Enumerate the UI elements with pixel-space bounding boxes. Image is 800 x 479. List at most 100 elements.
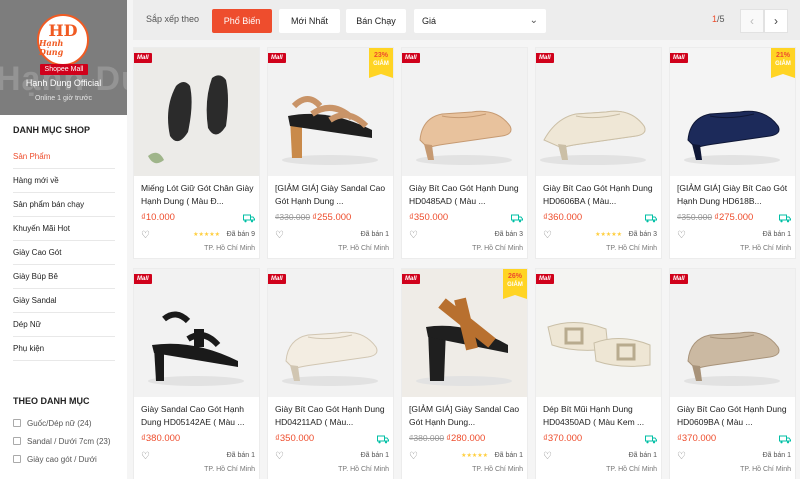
price-sort-select[interactable]: Giá ⌄	[414, 9, 546, 33]
current-price: ₫275.000	[714, 212, 754, 223]
meta-row: ♡ Đã bán 1	[275, 230, 389, 242]
sidebar-category-item[interactable]: Khuyến Mãi Hot	[13, 217, 115, 241]
product-name[interactable]: [GIẢM GIÁ] Giày Sandal Cao Gót Hạnh Dung…	[275, 182, 389, 208]
product-name[interactable]: Giày Bít Cao Gót Hạnh Dung HD0606BA ( Mà…	[543, 182, 657, 208]
product-image[interactable]	[536, 48, 661, 176]
sold-count: Đã bán 1	[226, 452, 255, 459]
free-shipping-truck-icon	[645, 435, 657, 444]
product-image[interactable]	[402, 48, 527, 176]
product-card[interactable]: Mall 23% GIẢM [GIẢM GIÁ] Giày Sandal Cao Gó…	[267, 47, 394, 259]
heart-icon[interactable]: ♡	[275, 230, 284, 241]
sort-bestseller-button[interactable]: Bán Chạy	[346, 9, 406, 33]
rating-stars-icon: ★★★★★	[595, 232, 622, 238]
sidebar-category-item[interactable]: Dép Nữ	[13, 313, 115, 337]
shopee-mall-badge: Shopee Mall	[40, 64, 88, 75]
sidebar-category-item[interactable]: Phụ kiện	[13, 337, 115, 361]
sort-popular-button[interactable]: Phổ Biến	[212, 9, 272, 33]
sidebar-category-item[interactable]: Sản Phẩm	[13, 145, 115, 169]
product-image[interactable]	[134, 48, 259, 176]
meta-row: ♡ Đã bán 1	[677, 230, 791, 242]
product-name[interactable]: Dép Bít Mũi Hạnh Dung HD04350AD ( Màu Ke…	[543, 403, 657, 429]
free-shipping-truck-icon	[377, 435, 389, 444]
chevron-left-icon[interactable]: ‹	[740, 9, 764, 33]
shop-name[interactable]: Hạnh Dung Official	[0, 78, 127, 88]
sidebar-category-item[interactable]: Giày Cao Gót	[13, 241, 115, 265]
seller-location: TP. Hồ Chí Minh	[472, 466, 523, 473]
sidebar-category-item[interactable]: Giày Sandal	[13, 289, 115, 313]
current-price: ₫370.000	[543, 433, 583, 444]
product-card[interactable]: Mall Giày Bít Cao Gót Hạnh Dung HD0609BA …	[669, 268, 796, 479]
filter-option[interactable]: Sandal / Dưới 7cm (23)	[13, 436, 121, 447]
product-name[interactable]: Miếng Lót Giữ Gót Chân Giày Hạnh Dung ( …	[141, 182, 255, 208]
heart-icon[interactable]: ♡	[409, 230, 418, 241]
heart-icon[interactable]: ♡	[275, 451, 284, 462]
free-shipping-truck-icon	[779, 435, 791, 444]
shop-logo[interactable]: HD Hạnh Dung	[37, 14, 89, 66]
mall-badge: Mall	[536, 274, 554, 284]
filter-option[interactable]: Giày cao gót / Dưới	[13, 454, 121, 465]
current-price: ₫350.000	[409, 212, 449, 223]
product-name[interactable]: [GIẢM GIÁ] Giày Sandal Cao Gót Hạnh Dung…	[409, 403, 523, 429]
shoe-illustration	[536, 269, 661, 397]
mall-badge: Mall	[134, 53, 152, 63]
product-card[interactable]: Mall Miếng Lót Giữ Gót Chân Giày Hạnh Dun…	[133, 47, 260, 259]
product-image[interactable]	[536, 269, 661, 397]
price-row: ₫380.000	[141, 433, 255, 447]
product-name[interactable]: Giày Bít Cao Gót Hạnh Dung HD0485AD ( Mà…	[409, 182, 523, 208]
shoe-illustration	[134, 48, 259, 176]
product-name[interactable]: Giày Bít Cao Gót Hạnh Dung HD04211AD ( M…	[275, 403, 389, 429]
shoe-illustration	[134, 269, 259, 397]
sort-newest-button[interactable]: Mới Nhất	[279, 9, 340, 33]
chevron-right-icon[interactable]: ›	[764, 9, 788, 33]
shoe-illustration	[402, 48, 527, 176]
seller-location: TP. Hồ Chí Minh	[606, 245, 657, 252]
price-row: ₫10.000	[141, 212, 255, 226]
logo-monogram: HD	[48, 21, 78, 40]
heart-icon[interactable]: ♡	[677, 451, 686, 462]
product-card[interactable]: Mall 26% GIẢM [GIẢM GIÁ] Giày Sandal Cao Gó…	[401, 268, 528, 479]
original-price: ₫350.000	[677, 212, 713, 222]
product-card[interactable]: Mall Dép Bít Mũi Hạnh Dung HD04350AD ( Mà…	[535, 268, 662, 479]
product-name[interactable]: [GIẢM GIÁ] Giày Bít Cao Gót Hạnh Dung HD…	[677, 182, 791, 208]
product-name[interactable]: Giày Sandal Cao Gót Hạnh Dung HD05142AE …	[141, 403, 255, 429]
price-row: ₫350.000	[275, 433, 389, 447]
price-row: ₫330.000 ₫255.000	[275, 212, 389, 226]
filter-checkbox[interactable]	[13, 437, 21, 445]
price-row: ₫370.000	[677, 433, 791, 447]
product-image[interactable]	[670, 269, 795, 397]
current-price: ₫370.000	[677, 433, 717, 444]
seller-location: TP. Hồ Chí Minh	[606, 466, 657, 473]
product-card[interactable]: Mall 21% GIẢM [GIẢM GIÁ] Giày Bít Cao Gót H…	[669, 47, 796, 259]
product-card[interactable]: Mall Giày Bít Cao Gót Hạnh Dung HD04211AD…	[267, 268, 394, 479]
product-name[interactable]: Giày Bít Cao Gót Hạnh Dung HD0609BA ( Mà…	[677, 403, 791, 429]
filter-checkbox[interactable]	[13, 455, 21, 463]
sort-bar: Sắp xếp theo Phổ Biến Mới Nhất Bán Chạy …	[133, 0, 800, 40]
heart-icon[interactable]: ♡	[141, 230, 150, 241]
filter-label: Giày cao gót / Dưới	[27, 455, 97, 464]
free-shipping-truck-icon	[243, 214, 255, 223]
mall-badge: Mall	[402, 274, 420, 284]
shop-banner[interactable]: Hạnh Dung HD Hạnh Dung Shopee Mall Hạnh …	[0, 0, 127, 115]
price-select-value: Giá	[422, 16, 437, 26]
product-card[interactable]: Mall Giày Bít Cao Gót Hạnh Dung HD0485AD …	[401, 47, 528, 259]
sidebar-category-item[interactable]: Giày Búp Bê	[13, 265, 115, 289]
discount-badge: 23% GIẢM	[369, 48, 393, 78]
heart-icon[interactable]: ♡	[141, 451, 150, 462]
current-price: ₫350.000	[275, 433, 315, 444]
filter-checkbox[interactable]	[13, 419, 21, 427]
filter-option[interactable]: Guốc/Dép nữ (24)	[13, 418, 121, 429]
heart-icon[interactable]: ♡	[409, 451, 418, 462]
meta-row: ♡ ★★★★★ Đã bán 1	[409, 451, 523, 463]
meta-row: ♡ Đã bán 1	[543, 451, 657, 463]
sidebar-category-item[interactable]: Hàng mới về	[13, 169, 115, 193]
heart-icon[interactable]: ♡	[677, 230, 686, 241]
product-image[interactable]	[268, 269, 393, 397]
discount-percent: 26%	[507, 273, 522, 280]
heart-icon[interactable]: ♡	[543, 230, 552, 241]
product-card[interactable]: Mall Giày Sandal Cao Gót Hạnh Dung HD0514…	[133, 268, 260, 479]
rating-stars-icon: ★★★★★	[461, 453, 488, 459]
sidebar-category-item[interactable]: Sản phẩm bán chạy	[13, 193, 115, 217]
heart-icon[interactable]: ♡	[543, 451, 552, 462]
product-image[interactable]	[134, 269, 259, 397]
product-card[interactable]: Mall Giày Bít Cao Gót Hạnh Dung HD0606BA …	[535, 47, 662, 259]
